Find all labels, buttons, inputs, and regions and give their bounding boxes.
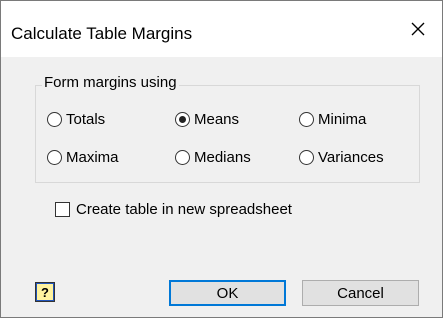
- title-bar: Calculate Table Margins: [1, 1, 442, 57]
- radio-minima[interactable]: Minima: [299, 109, 366, 129]
- radio-maxima[interactable]: Maxima: [47, 147, 119, 167]
- help-icon: ?: [41, 284, 49, 300]
- new-spreadsheet-checkbox[interactable]: Create table in new spreadsheet: [55, 201, 292, 218]
- checkbox-label: Create table in new spreadsheet: [76, 201, 292, 218]
- dialog-title: Calculate Table Margins: [11, 24, 193, 43]
- close-button[interactable]: [394, 1, 442, 57]
- radio-label: Minima: [318, 110, 367, 128]
- dialog-window: Calculate Table Margins Form margins usi…: [0, 0, 443, 318]
- help-button[interactable]: ?: [35, 282, 55, 302]
- radio-circle: [47, 111, 62, 127]
- radio-label: Variances: [318, 148, 384, 166]
- radio-selected-dot: [179, 115, 186, 123]
- radio-circle: [175, 149, 190, 165]
- ok-button[interactable]: OK: [169, 280, 286, 306]
- margins-group-box: [35, 85, 420, 183]
- radio-circle: [299, 111, 314, 127]
- checkbox-box: [55, 202, 70, 217]
- radio-label: Medians: [194, 148, 251, 166]
- radio-means[interactable]: Means: [175, 109, 239, 129]
- radio-label: Totals: [66, 110, 106, 128]
- margins-group-label: Form margins using: [42, 74, 179, 92]
- radio-label: Maxima: [66, 148, 119, 166]
- cancel-button[interactable]: Cancel: [302, 280, 419, 306]
- radio-circle: [299, 149, 314, 165]
- radio-circle: [175, 111, 190, 127]
- radio-variances[interactable]: Variances: [299, 147, 384, 167]
- radio-circle: [47, 149, 62, 165]
- radio-label: Means: [194, 110, 240, 128]
- radio-medians[interactable]: Medians: [175, 147, 251, 167]
- close-icon: [411, 22, 425, 36]
- radio-totals[interactable]: Totals: [47, 109, 105, 129]
